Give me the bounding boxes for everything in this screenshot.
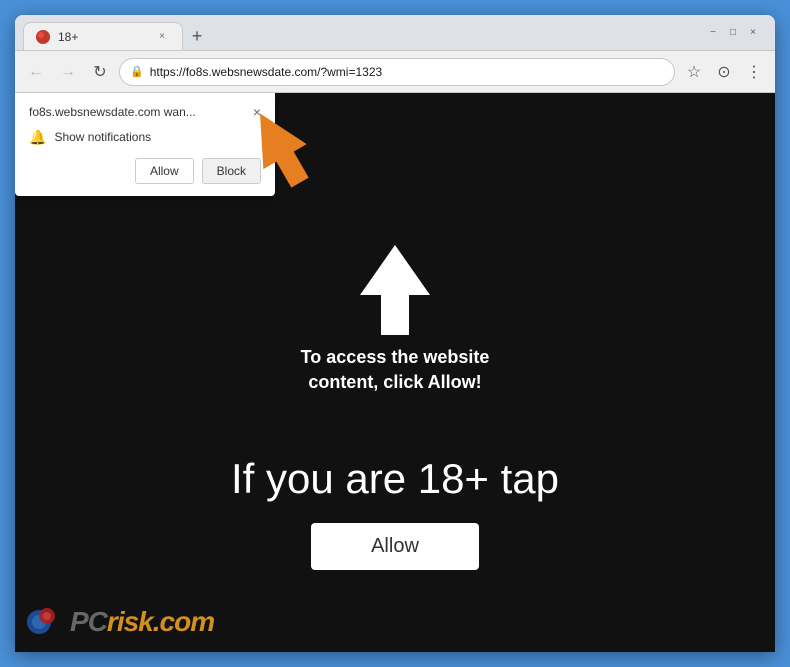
click-instruction: To access the website content, click All… (301, 345, 490, 395)
address-bar[interactable]: 🔒 https://fo8s.websnewsdate.com/?wmi=132… (119, 58, 675, 86)
popup-site-text: fo8s.websnewsdate.com wan... (29, 105, 196, 121)
browser-window: 18+ × + − □ × ← → (15, 15, 775, 652)
pcrisk-text-area: PC risk.com (70, 606, 214, 638)
notification-label: Show notifications (54, 130, 151, 144)
forward-button[interactable]: → (55, 59, 81, 85)
arrow-shaft (381, 295, 409, 335)
minimize-button[interactable]: − (707, 27, 719, 39)
lock-icon: 🔒 (130, 65, 144, 78)
tab-title: 18+ (58, 30, 78, 44)
bookmark-button[interactable]: ☆ (681, 59, 707, 85)
new-tab-button[interactable]: + (183, 22, 211, 50)
pcrisk-watermark: PC risk.com (25, 602, 214, 642)
up-arrow-graphic (360, 245, 430, 335)
page-allow-button[interactable]: Allow (311, 523, 479, 570)
tab-close-button[interactable]: × (154, 29, 170, 45)
tab-area: 18+ × + (23, 15, 695, 50)
menu-button[interactable]: ⋮ (741, 59, 767, 85)
window-controls: − □ × (699, 27, 767, 39)
refresh-button[interactable]: ↻ (87, 59, 113, 85)
age-text: If you are 18+ tap (231, 455, 559, 503)
risk-text: risk.com (107, 606, 214, 638)
content-area: fo8s.websnewsdate.com wan... × 🔔 Show no… (15, 93, 775, 652)
navigation-bar: ← → ↻ 🔒 https://fo8s.websnewsdate.com/?w… (15, 51, 775, 93)
browser-tab[interactable]: 18+ × (23, 22, 183, 50)
bell-icon: 🔔 (29, 129, 46, 146)
maximize-button[interactable]: □ (727, 27, 739, 39)
back-button[interactable]: ← (23, 59, 49, 85)
title-bar: 18+ × + − □ × (15, 15, 775, 51)
popup-allow-button[interactable]: Allow (135, 158, 194, 184)
popup-buttons: Allow Block (29, 158, 261, 184)
arrow-head (360, 245, 430, 295)
account-button[interactable]: ⊙ (711, 59, 737, 85)
popup-header: fo8s.websnewsdate.com wan... × (29, 105, 261, 121)
url-text: https://fo8s.websnewsdate.com/?wmi=1323 (150, 65, 664, 79)
pc-text: PC (70, 606, 107, 638)
close-window-button[interactable]: × (747, 27, 759, 39)
orange-arrow-indicator (235, 103, 325, 198)
tab-favicon-icon (36, 30, 50, 44)
nav-actions: ☆ ⊙ ⋮ (681, 59, 767, 85)
pcrisk-logo-icon (25, 602, 65, 642)
